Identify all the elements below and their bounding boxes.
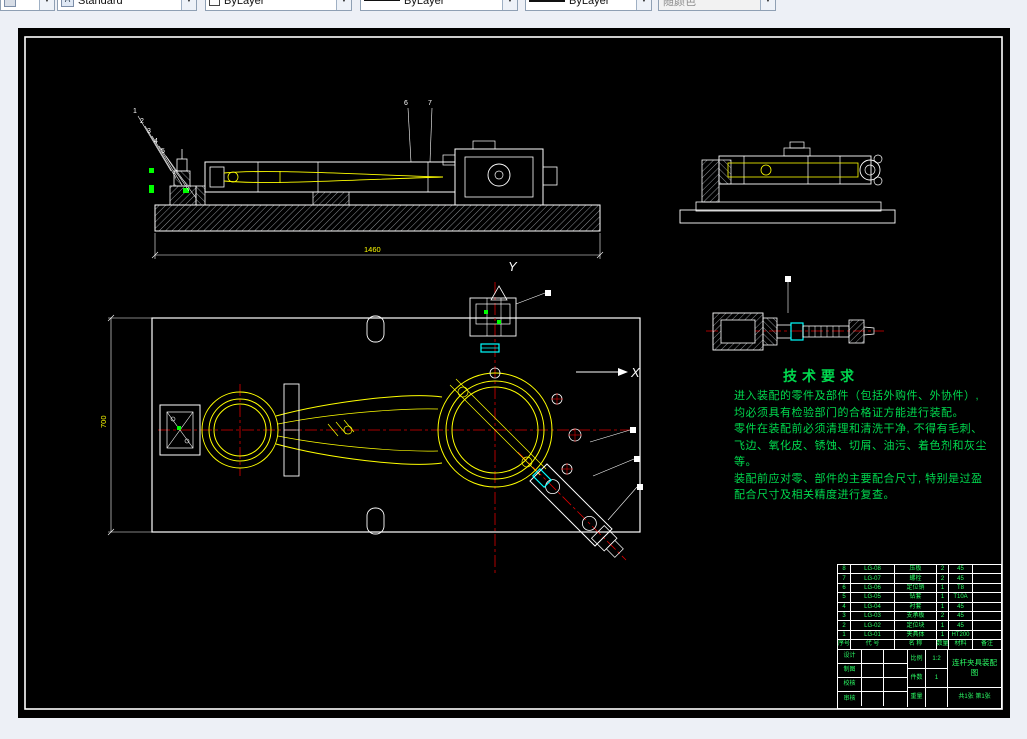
- side-view: [679, 141, 896, 224]
- info-row: 件数 1: [908, 668, 947, 688]
- plot-style-value: 随颜色: [663, 0, 696, 8]
- info-row: 重量: [908, 687, 947, 707]
- signature-row: 校核: [838, 677, 907, 692]
- parts-list-row: 2 LG-02 定位块 1 45: [838, 621, 1001, 631]
- color-dropdown[interactable]: ByLayer ▼: [205, 0, 352, 11]
- dim-base-length: 1460: [364, 245, 381, 254]
- lineweight-value: ByLayer: [569, 0, 610, 7]
- osnap-marker: [149, 168, 154, 173]
- tech-line: 配合尺寸及相关精度进行复查。: [734, 489, 895, 501]
- balloon-label: 6: [404, 100, 408, 107]
- chevron-down-icon[interactable]: ▼: [336, 0, 351, 10]
- linetype-dropdown[interactable]: ByLayer ▼: [360, 0, 518, 11]
- tech-requirements-text: 进入装配的零件及部件（包括外购件、外协件）, 均必须具有检验部门的合格证方能进行…: [734, 388, 1022, 504]
- parts-list-row: 3 LG-03 支承板 2 45: [838, 611, 1001, 622]
- text-style-dropdown[interactable]: A Standard ▼: [57, 0, 197, 11]
- lineweight-icon: [529, 0, 565, 2]
- tech-line: 进入装配的零件及部件（包括外购件、外协件）,: [734, 390, 980, 402]
- plan-view-dimension: 700: [99, 314, 152, 536]
- chevron-down-icon[interactable]: ▼: [181, 0, 196, 10]
- osnap-marker: [177, 426, 181, 430]
- info-row: 比例 1:2: [908, 649, 947, 669]
- chevron-down-icon[interactable]: ▼: [502, 0, 517, 10]
- parts-list: 8 LG-08 压板 2 45 7 LG-07 螺栓 2 45 6 LG-06 定位销 1 T8 5 LG-05…: [838, 565, 1001, 650]
- osnap-marker: [497, 320, 501, 324]
- front-view: [149, 140, 601, 232]
- parts-list-header: 序号代 号名 称数量 材料 备注: [838, 640, 1001, 650]
- balloon-label: 7: [428, 100, 432, 107]
- fixture-parts: [159, 285, 624, 558]
- toolbar: ▼ A Standard ▼ ByLayer ▼ ByLayer ▼ ByLay…: [0, 0, 1027, 11]
- chevron-down-icon[interactable]: ▼: [636, 0, 651, 10]
- layer-icon: [4, 0, 16, 7]
- drawing-canvas[interactable]: 1 2 3 4 5 6 7 1460 X Y 700 技术要求 进入装配的零件及…: [18, 28, 1010, 718]
- color-value: ByLayer: [224, 0, 265, 7]
- sheet-info: 共1张 第1张: [958, 694, 991, 701]
- plan-view: X Y 700: [99, 259, 643, 574]
- title-block-bottom: 设计 制图 校核 审核 比例 1:2 件数 1 重量 连杆夹具装配图 共1张 第1张: [838, 649, 1001, 707]
- linetype-value: ByLayer: [404, 0, 445, 7]
- layer-dropdown[interactable]: ▼: [0, 0, 55, 11]
- dim-plate-height: 700: [99, 415, 108, 428]
- parts-list-row: 5 LG-05 钻套 1 T10A: [838, 593, 1001, 603]
- lineweight-dropdown[interactable]: ByLayer ▼: [525, 0, 652, 11]
- axis-labels: X Y: [508, 259, 641, 380]
- parts-list-row: 6 LG-06 定位销 1 T8: [838, 583, 1001, 594]
- drawing-title: 连杆夹具装配图: [948, 650, 1001, 688]
- plot-style-dropdown: 随颜色 ▼: [658, 0, 776, 11]
- tech-line: 等。: [734, 456, 757, 468]
- y-axis-label: Y: [508, 259, 518, 274]
- chevron-down-icon: ▼: [760, 0, 775, 10]
- balloon-label: 5: [161, 148, 165, 155]
- title-block: 8 LG-08 压板 2 45 7 LG-07 螺栓 2 45 6 LG-06 定位销 1 T8 5 LG-05…: [837, 564, 1002, 709]
- linetype-icon: [364, 0, 400, 2]
- tech-requirements-title: 技术要求: [783, 368, 859, 384]
- front-view-dimension: 1460: [151, 233, 604, 259]
- parts-list-row: 8 LG-08 压板 2 45: [838, 565, 1001, 575]
- signature-row: 审核: [838, 691, 907, 706]
- highlighted-entities: [480, 343, 553, 489]
- x-axis-arrow-icon: [618, 368, 628, 376]
- balloon-label: 3: [147, 128, 151, 135]
- balloon-label: 2: [140, 118, 144, 125]
- signature-row: 设计: [838, 649, 907, 664]
- osnap-marker: [484, 310, 488, 314]
- parts-list-row: 7 LG-07 螺栓 2 45: [838, 574, 1001, 584]
- parts-list-row: 1 LG-01 夹具体 1 HT200: [838, 630, 1001, 641]
- tech-line: 装配前应对零、部件的主要配合尺寸, 特别是过盈: [734, 472, 983, 485]
- text-style-value: Standard: [78, 0, 123, 7]
- signature-rows: 设计 制图 校核 审核: [838, 649, 908, 707]
- center-lines: [158, 282, 636, 574]
- tech-line: 飞边、氧化皮、锈蚀、切屑、油污、着色剂和灰尘: [734, 439, 987, 452]
- balloon-label: 4: [154, 138, 158, 145]
- detail-view: [706, 276, 884, 351]
- osnap-marker: [149, 185, 154, 193]
- text-style-icon: A: [61, 0, 74, 7]
- balloon-label: 1: [133, 108, 137, 115]
- tech-line: 均必须具有检验部门的合格证方能进行装配。: [734, 406, 964, 419]
- info-rows: 比例 1:2 件数 1 重量: [908, 649, 948, 707]
- bolt-crosses: [551, 393, 582, 475]
- tech-line: 零件在装配前必须清理和清洗干净, 不得有毛刺、: [734, 423, 983, 435]
- parts-list-row: 4 LG-04 衬套 1 45: [838, 602, 1001, 612]
- color-swatch-icon: [209, 0, 220, 6]
- chevron-down-icon[interactable]: ▼: [39, 0, 54, 10]
- x-axis-label: X: [630, 365, 641, 380]
- osnap-marker: [183, 188, 189, 193]
- signature-row: 制图: [838, 663, 907, 678]
- title-column: 连杆夹具装配图 共1张 第1张: [948, 650, 1001, 707]
